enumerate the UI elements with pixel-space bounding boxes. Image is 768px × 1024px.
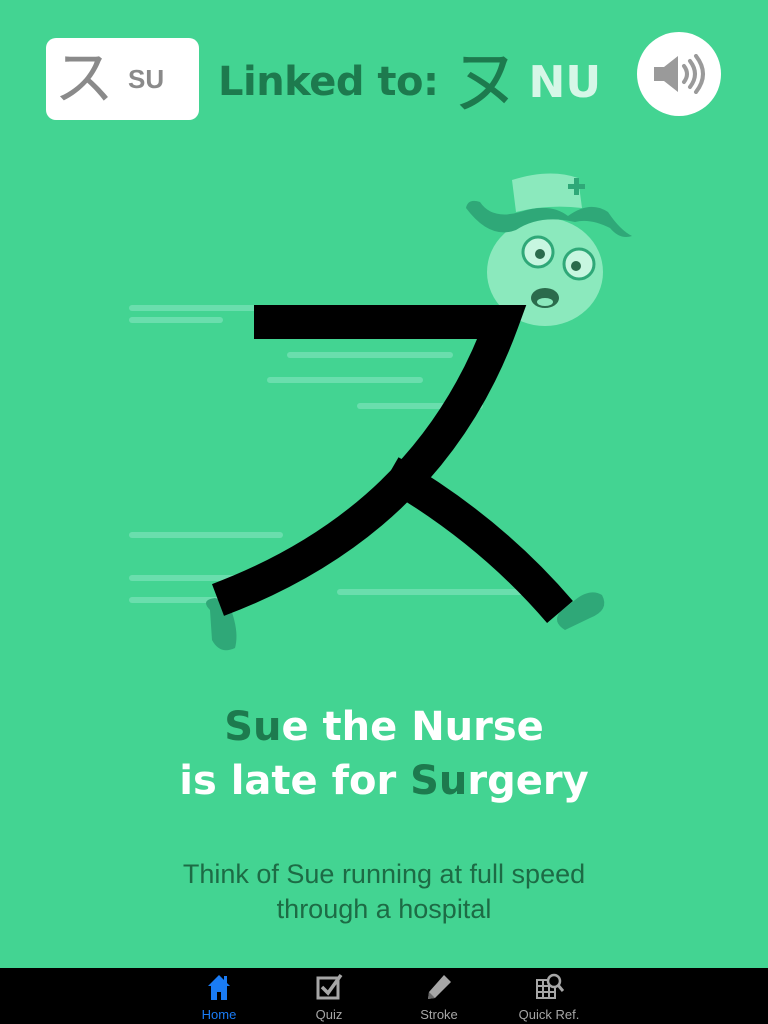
- mnemonic-text: rgery: [467, 758, 589, 804]
- tab-label: Quiz: [315, 1007, 343, 1022]
- linked-kana-section: Linked to: ヌ NU: [218, 47, 602, 117]
- current-kana: ス: [54, 44, 114, 114]
- current-romaji: SU: [128, 63, 165, 94]
- grid-search-icon: [536, 973, 564, 999]
- tab-label: Stroke: [420, 1007, 458, 1022]
- mnemonic-highlight: Su: [224, 704, 282, 750]
- sound-button[interactable]: [637, 32, 721, 116]
- tab-quick-ref[interactable]: Quick Ref.: [494, 968, 604, 1024]
- linked-label: Linked to:: [218, 59, 439, 105]
- pencil-icon: [428, 975, 451, 999]
- home-icon: [208, 975, 230, 1000]
- current-kana-card[interactable]: ス SU: [46, 38, 199, 120]
- nurse-running-illustration: [129, 173, 632, 651]
- mnemonic-text: is late for: [179, 758, 411, 804]
- hint-line-2: through a hospital: [276, 894, 492, 924]
- mnemonic-line-2: is late for Surgery: [0, 754, 768, 808]
- tab-label: Home: [201, 1007, 237, 1022]
- linked-kana[interactable]: ヌ: [451, 47, 521, 117]
- tab-quiz[interactable]: Quiz: [274, 968, 384, 1024]
- hint-line-1: Think of Sue running at full speed: [182, 859, 586, 889]
- mnemonic-text: e the Nurse: [281, 704, 544, 750]
- linked-romaji[interactable]: NU: [529, 57, 602, 108]
- tab-stroke[interactable]: Stroke: [384, 968, 494, 1024]
- speaker-icon: [654, 54, 705, 94]
- mnemonic-highlight: Su: [410, 758, 468, 804]
- mnemonic-illustration: [120, 160, 660, 670]
- tab-label: Quick Ref.: [518, 1007, 580, 1022]
- mnemonic-hint: Think of Sue running at full speed throu…: [0, 857, 768, 927]
- mnemonic-caption: Sue the Nurse is late for Surgery: [0, 700, 768, 808]
- mnemonic-line-1: Sue the Nurse: [0, 700, 768, 754]
- checkbox-icon: [316, 973, 343, 1000]
- tab-home[interactable]: Home: [164, 968, 274, 1024]
- tab-bar: Home Quiz Stroke Quick Ref.: [0, 968, 768, 1024]
